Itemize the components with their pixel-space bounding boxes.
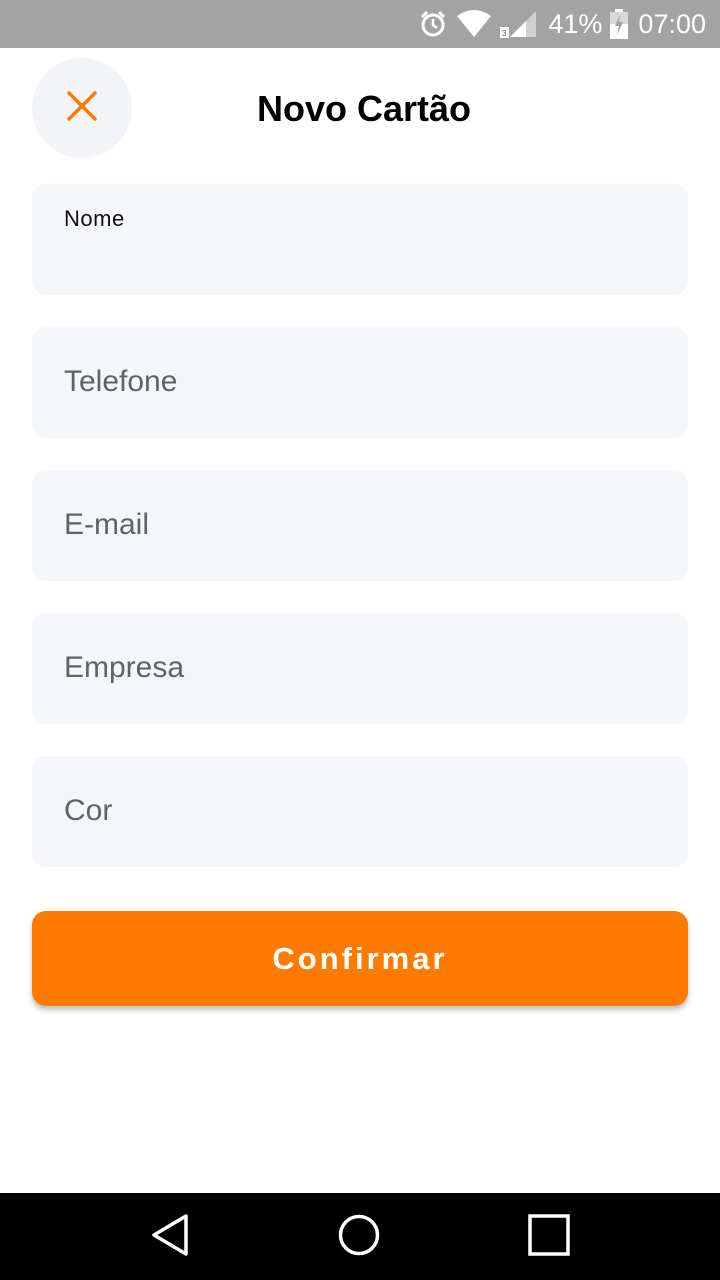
phone-field-placeholder: Telefone <box>64 365 178 398</box>
alarm-icon <box>418 9 448 39</box>
name-field-label: Nome <box>64 206 125 231</box>
new-card-form: Nome Telefone E-mail Empresa Cor <box>32 184 688 899</box>
battery-percentage: 41% <box>548 8 603 39</box>
recents-icon <box>528 1213 570 1261</box>
wifi-icon <box>456 10 492 38</box>
back-icon <box>150 1213 190 1262</box>
email-field-placeholder: E-mail <box>64 508 150 541</box>
navigation-bar <box>0 1193 720 1280</box>
status-bar: 3 41% 07:00 <box>0 0 720 48</box>
phone-field[interactable]: Telefone <box>32 327 688 438</box>
header: Novo Cartão <box>0 48 720 172</box>
email-field[interactable]: E-mail <box>32 470 688 581</box>
back-button[interactable] <box>146 1213 194 1261</box>
battery-icon <box>610 9 629 39</box>
recents-button[interactable] <box>525 1213 573 1261</box>
company-field[interactable]: Empresa <box>32 613 688 724</box>
name-field[interactable]: Nome <box>32 184 688 295</box>
home-button[interactable] <box>335 1213 383 1261</box>
color-field-placeholder: Cor <box>64 794 113 827</box>
status-clock: 07:00 <box>638 8 706 39</box>
home-icon <box>337 1213 381 1262</box>
svg-text:3: 3 <box>502 29 507 38</box>
page-title: Novo Cartão <box>256 88 472 129</box>
color-field[interactable]: Cor <box>32 756 688 867</box>
confirm-button[interactable]: Confirmar <box>32 911 688 1006</box>
signal-icon: 3 <box>500 9 538 39</box>
company-field-placeholder: Empresa <box>64 651 185 684</box>
